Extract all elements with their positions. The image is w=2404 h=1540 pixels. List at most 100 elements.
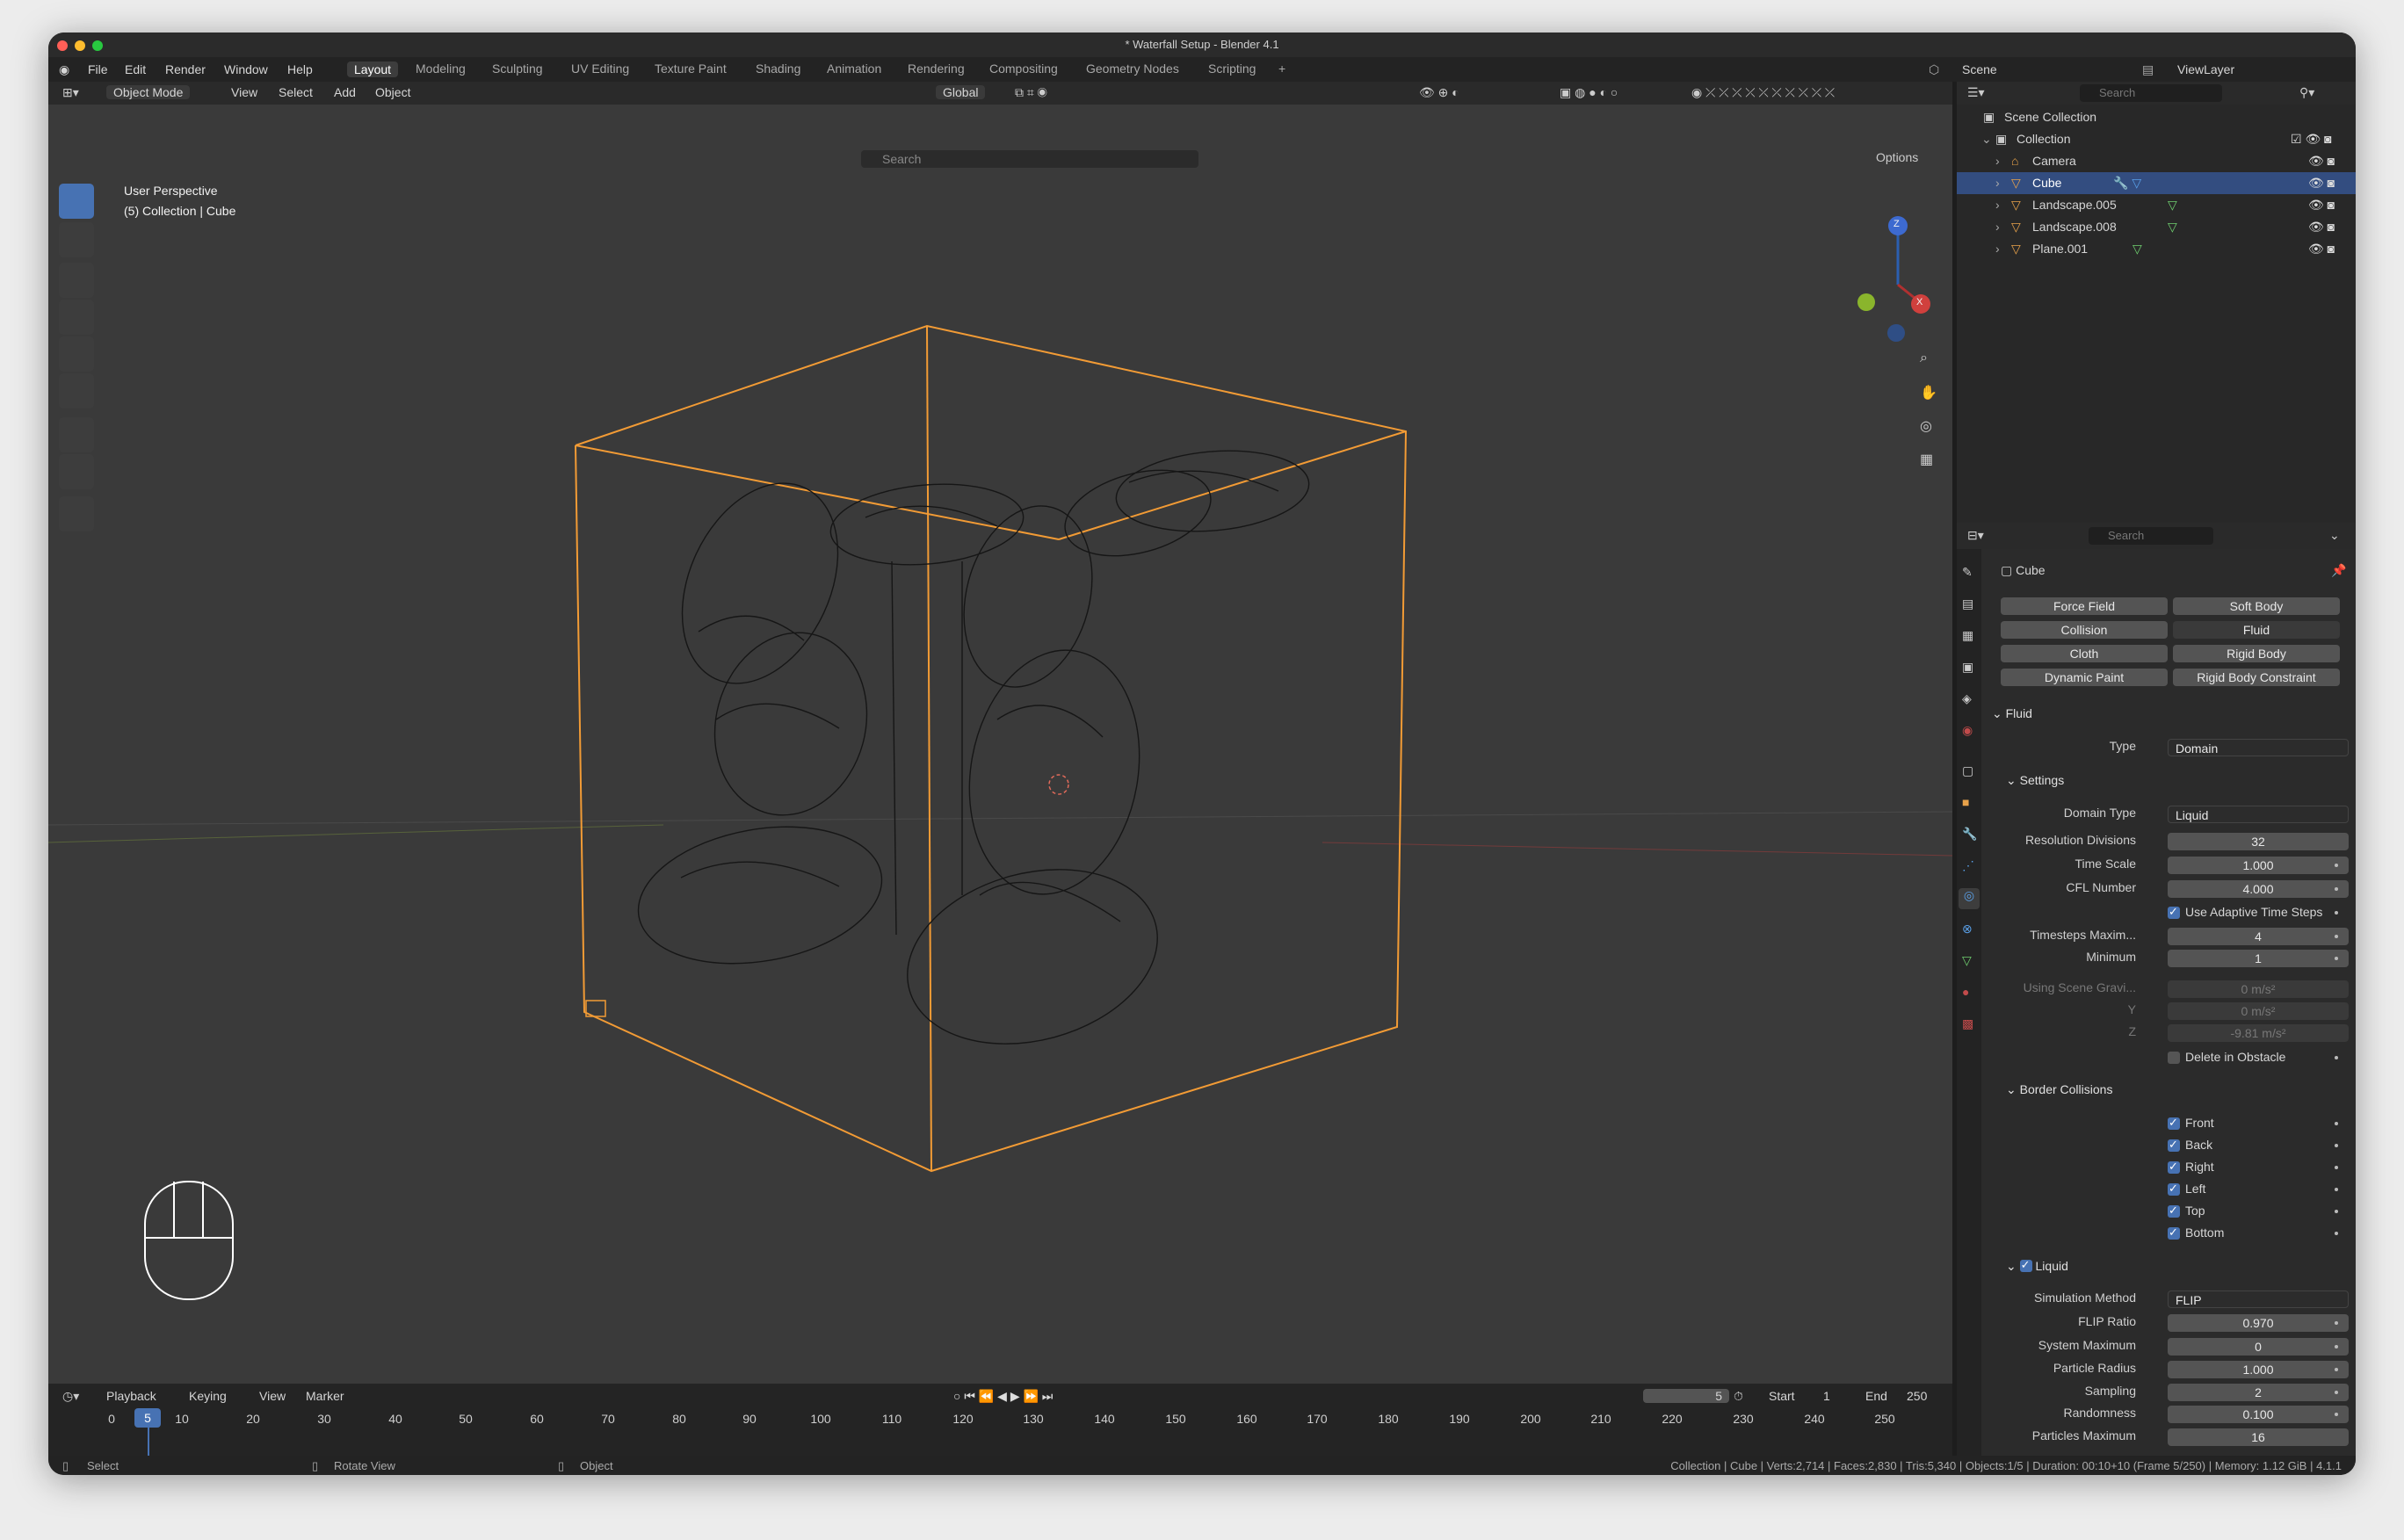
render-tab-icon[interactable]: ▤: [1962, 596, 1973, 611]
domain-type-dropdown[interactable]: Liquid: [2168, 806, 2349, 823]
rigid-body-constraint-button[interactable]: Rigid Body Constraint: [2173, 669, 2340, 686]
keyframe-dot-icon[interactable]: [2335, 1368, 2338, 1371]
zoom-window-icon[interactable]: [92, 40, 103, 51]
force-field-button[interactable]: Force Field: [2001, 597, 2168, 615]
gizmo-z-label[interactable]: Z: [1894, 219, 1900, 229]
collection-row[interactable]: ⌄ ▣ Collection ☑ 👁 ◙: [1957, 128, 2356, 150]
keyframe-dot-icon[interactable]: [2335, 887, 2338, 891]
timesteps-min-field[interactable]: 1: [2168, 950, 2349, 967]
tab-shading[interactable]: Shading: [756, 61, 800, 76]
row-visibility-icons[interactable]: 👁 ◙: [2308, 220, 2335, 235]
outliner-item-landscape-008[interactable]: › ▽ Landscape.008 ▽ 👁 ◙: [1957, 216, 2356, 238]
move-tool[interactable]: [59, 263, 94, 298]
timeline-view-menu[interactable]: View: [259, 1389, 286, 1403]
rigid-body-button[interactable]: Rigid Body: [2173, 645, 2340, 662]
add-workspace-button[interactable]: +: [1278, 61, 1285, 76]
border-front-checkbox[interactable]: [2168, 1116, 2180, 1130]
keyframe-dot-icon[interactable]: [2335, 1122, 2338, 1125]
time-scale-field[interactable]: 1.000: [2168, 857, 2349, 874]
particle-radius-field[interactable]: 1.000: [2168, 1361, 2349, 1378]
menu-view[interactable]: View: [231, 85, 257, 99]
pan-hand-icon[interactable]: ✋: [1920, 384, 1937, 401]
tool-tab-icon[interactable]: ✎: [1962, 565, 1973, 580]
scale-tool[interactable]: [59, 336, 94, 372]
tab-rendering[interactable]: Rendering: [908, 61, 965, 76]
tab-texture-paint[interactable]: Texture Paint: [655, 61, 727, 76]
expand-chevron-icon[interactable]: ›: [1995, 154, 2000, 168]
sampling-field[interactable]: 2: [2168, 1384, 2349, 1401]
expand-chevron-icon[interactable]: ⌄: [1981, 132, 1992, 147]
shading-mode-icons[interactable]: ▣ ◍ ● ◐ ○: [1560, 85, 1618, 100]
marker-menu[interactable]: Marker: [306, 1389, 344, 1403]
keyframe-dot-icon[interactable]: [2335, 1210, 2338, 1213]
fluid-type-dropdown[interactable]: Domain: [2168, 739, 2349, 756]
playback-controls[interactable]: ○ ⏮ ⏪ ◀ ▶ ⏩ ⏭: [953, 1389, 1053, 1404]
menu-render[interactable]: Render: [165, 62, 206, 76]
fluid-panel-header[interactable]: ⌄ Fluid: [1992, 706, 2032, 721]
row-visibility-icons[interactable]: ☑ 👁 ◙: [2291, 132, 2332, 147]
rotate-tool[interactable]: [59, 300, 94, 335]
menu-edit[interactable]: Edit: [125, 62, 146, 76]
tab-animation[interactable]: Animation: [827, 61, 881, 76]
keyframe-dot-icon[interactable]: [2335, 1321, 2338, 1325]
flip-ratio-field[interactable]: 0.970: [2168, 1314, 2349, 1332]
particles-tab-icon[interactable]: ⋰: [1962, 858, 1974, 873]
tab-modeling[interactable]: Modeling: [416, 61, 466, 76]
texture-tab-icon[interactable]: ▩: [1962, 1016, 1973, 1031]
keyframe-dot-icon[interactable]: [2335, 1166, 2338, 1169]
scene-selector-icon[interactable]: ⬡: [1929, 62, 1939, 77]
keyframe-dot-icon[interactable]: [2335, 957, 2338, 960]
menu-window[interactable]: Window: [224, 62, 268, 76]
properties-options-icon[interactable]: ⌄: [2329, 528, 2340, 543]
border-right-checkbox[interactable]: [2168, 1160, 2180, 1174]
cursor-tool[interactable]: [59, 222, 94, 257]
playhead[interactable]: 5: [134, 1408, 161, 1428]
add-cube-tool[interactable]: [59, 496, 94, 531]
keying-menu[interactable]: Keying: [189, 1389, 227, 1403]
viewlayer-name[interactable]: ViewLayer: [2177, 62, 2234, 76]
viewport-scene[interactable]: [48, 105, 1952, 1384]
start-frame-value[interactable]: 1: [1823, 1389, 1830, 1403]
keyframe-dot-icon[interactable]: [2335, 935, 2338, 938]
blender-logo-icon[interactable]: ◉: [59, 62, 69, 77]
delete-obstacle-checkbox[interactable]: [2168, 1052, 2180, 1064]
outliner-item-plane-001[interactable]: › ▽ Plane.001 ▽ 👁 ◙: [1957, 238, 2356, 260]
tab-sculpting[interactable]: Sculpting: [492, 61, 543, 76]
row-visibility-icons[interactable]: 👁 ◙: [2308, 198, 2335, 213]
tab-compositing[interactable]: Compositing: [989, 61, 1058, 76]
tab-scripting[interactable]: Scripting: [1208, 61, 1256, 76]
timesteps-max-field[interactable]: 4: [2168, 928, 2349, 945]
cfl-field[interactable]: 4.000: [2168, 880, 2349, 898]
outliner-item-landscape-005[interactable]: › ▽ Landscape.005 ▽ 👁 ◙: [1957, 194, 2356, 216]
row-visibility-icons[interactable]: 👁 ◙: [2308, 176, 2335, 191]
menu-object[interactable]: Object: [375, 85, 410, 99]
expand-chevron-icon[interactable]: ›: [1995, 198, 2000, 212]
physics-tab-icon[interactable]: ◎: [1959, 888, 1980, 909]
options-dropdown[interactable]: Options: [1876, 150, 1918, 164]
viewport-search-placeholder[interactable]: Search: [861, 150, 1198, 168]
outliner-item-cube[interactable]: › ▽ Cube 🔧 ▽ 👁 ◙: [1957, 172, 2356, 194]
keyframe-dot-icon[interactable]: [2335, 1144, 2338, 1147]
viewlayer-icon[interactable]: ▤: [2142, 62, 2154, 77]
playback-menu[interactable]: Playback: [106, 1389, 156, 1403]
gizmo-x-label[interactable]: X: [1916, 297, 1922, 307]
liquid-panel-header[interactable]: ⌄ Liquid: [2006, 1258, 2068, 1274]
border-bottom-checkbox[interactable]: [2168, 1225, 2180, 1240]
randomness-field[interactable]: 0.100: [2168, 1406, 2349, 1423]
menu-select[interactable]: Select: [279, 85, 313, 99]
mode-dropdown[interactable]: Object Mode: [106, 85, 191, 99]
timeline-editor-type-icon[interactable]: ◷▾: [62, 1389, 79, 1404]
border-top-checkbox[interactable]: [2168, 1204, 2180, 1218]
perspective-toggle-icon[interactable]: ▦: [1920, 451, 1933, 468]
border-collisions-header[interactable]: ⌄ Border Collisions: [2006, 1082, 2112, 1097]
menu-help[interactable]: Help: [287, 62, 313, 76]
overlay-icons[interactable]: 👁 ⊕ ◐: [1419, 85, 1459, 100]
snap-icon[interactable]: ⧉ ⌗ ◉: [1015, 85, 1047, 100]
liquid-enable-checkbox[interactable]: [2019, 1258, 2032, 1272]
particles-max-field[interactable]: 16: [2168, 1428, 2349, 1446]
output-tab-icon[interactable]: ▦: [1962, 628, 1973, 643]
menu-add[interactable]: Add: [334, 85, 356, 99]
timer-icon[interactable]: ⏱: [1734, 1389, 1743, 1404]
modifier-tab-icon[interactable]: 🔧: [1962, 827, 1977, 842]
end-frame-value[interactable]: 250: [1907, 1389, 1927, 1403]
